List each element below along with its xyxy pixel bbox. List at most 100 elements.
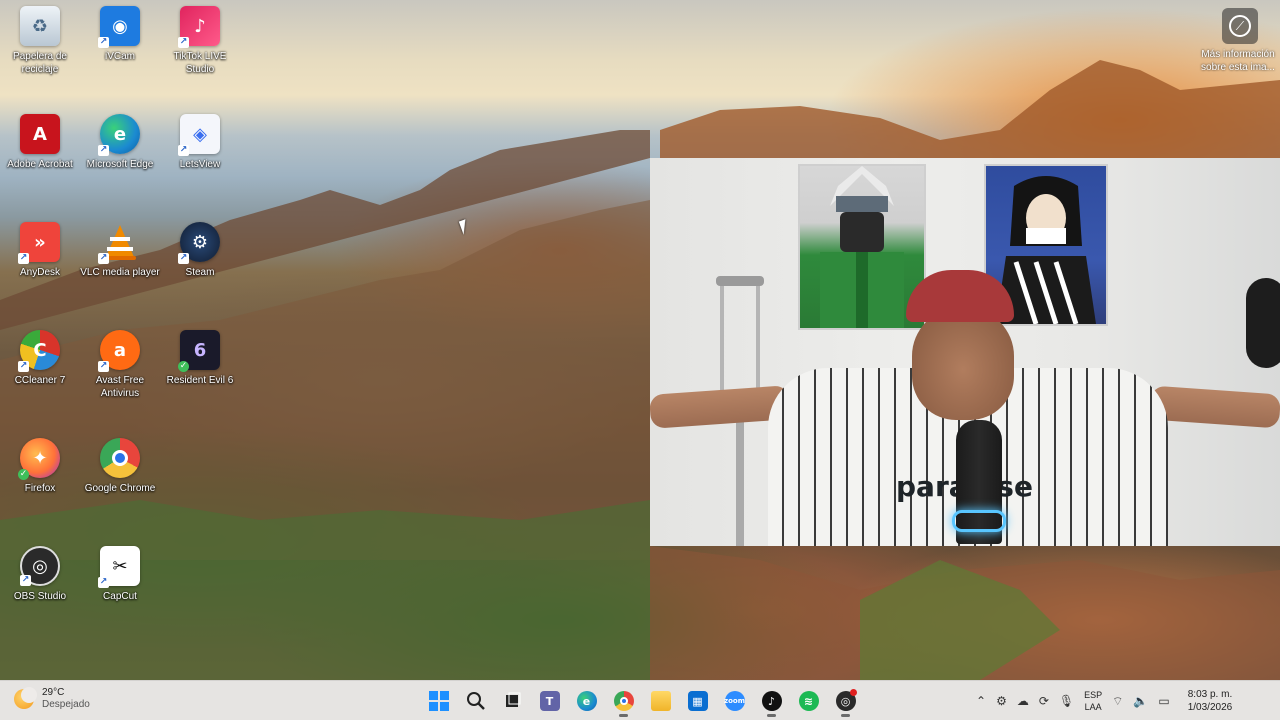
file-explorer-button[interactable] [644, 685, 677, 718]
desktop-icon-label: Steam [185, 267, 215, 278]
teams-button[interactable]: T [533, 685, 566, 718]
task-view-button[interactable] [496, 685, 529, 718]
desktop-icon-vlc[interactable]: ↗ VLC media player [80, 222, 160, 279]
tiktok-icon: ♪ [761, 691, 782, 711]
desktop-icon-label: OBS Studio [13, 591, 67, 602]
desktop-icon-label: Adobe Acrobat [7, 159, 73, 170]
desktop-icon-label: CCleaner 7 [14, 375, 66, 386]
microsoft-edge-icon: e ↗ [98, 114, 140, 156]
desktop-icon-ivcam[interactable]: ◉ ↗ iVCam [80, 6, 160, 63]
start-button[interactable] [422, 685, 455, 718]
language-region: LAA [1084, 702, 1102, 712]
language-indicator[interactable]: ESP LAA [1084, 689, 1102, 713]
vlc-icon: ↗ [98, 222, 140, 264]
desktop-icon-label: Google Chrome [84, 483, 156, 494]
desktop-icon-firefox[interactable]: ✦ ✓ Firefox [0, 438, 80, 495]
chrome-taskbar-button[interactable] [607, 685, 640, 718]
tiktok-live-icon: ♪ ↗ [178, 6, 220, 48]
wallpaper-info-button[interactable]: ⟋ [1222, 8, 1258, 44]
spotify-button[interactable]: ≋ [792, 685, 825, 718]
wifi-icon[interactable]: ⌔ [1112, 694, 1123, 709]
microphone-tray-icon[interactable]: 🎙 [1059, 694, 1074, 708]
zoom-icon: zoom [724, 691, 745, 711]
desktop-icon-resident-evil-6[interactable]: 6 ✓ Resident Evil 6 [160, 330, 240, 387]
desktop-icon-capcut[interactable]: ✂ ↗ CapCut [80, 546, 160, 603]
desktop-icon-label: VLC media player [80, 267, 160, 278]
clock[interactable]: 8:03 p. m. 1/03/2026 [1188, 688, 1233, 714]
desktop-icon-letsview[interactable]: ◈ ↗ LetsView [160, 114, 240, 171]
desktop-icon-label: iVCam [104, 51, 135, 62]
firefox-icon: ✦ ✓ [18, 438, 60, 480]
microsoft-store-icon: ▦ [687, 691, 708, 711]
teams-icon: T [539, 691, 560, 711]
anydesk-icon: » ↗ [18, 222, 60, 264]
windows-start-icon [428, 691, 449, 711]
desktop-icon-anydesk[interactable]: » ↗ AnyDesk [0, 222, 80, 279]
person-face [912, 308, 1014, 420]
language-code: ESP [1084, 690, 1103, 700]
camera-lens-icon: ⟋ [1229, 15, 1251, 37]
battery-icon[interactable]: ▭ [1158, 694, 1169, 708]
adobe-acrobat-icon: A [20, 114, 60, 154]
desktop-icon-label: AnyDesk [19, 267, 60, 278]
desktop-icon-label: Resident Evil 6 [166, 375, 234, 386]
desktop-icon-label: Firefox [24, 483, 56, 494]
system-tray: ⌃ ⚙ ☁ ⟳ 🎙 ESP LAA ⌔ 🔈 ▭ 8:03 p. m. 1/03/… [976, 681, 1232, 720]
letsview-icon: ◈ ↗ [178, 114, 220, 156]
cloud-tray-icon[interactable]: ☁ [1017, 694, 1029, 708]
recycle-bin-icon: ♻ [20, 6, 60, 46]
resident-evil-icon: 6 ✓ [178, 330, 220, 372]
desktop-icon-ccleaner[interactable]: C ↗ CCleaner 7 [0, 330, 80, 387]
desktop-icon-tiktok-live[interactable]: ♪ ↗ TikTok LIVE Studio [160, 6, 240, 76]
microphone-light [952, 510, 1006, 532]
weather-widget[interactable]: 29°C Despejado [14, 687, 90, 711]
search-button[interactable] [459, 685, 492, 718]
volume-icon[interactable]: 🔈 [1133, 694, 1148, 708]
desktop-icon-label: TikTok LIVE Studio [173, 51, 227, 75]
sync-tray-icon[interactable]: ⟳ [1039, 694, 1049, 708]
desktop-icon-label: Papelera de reciclaje [13, 51, 67, 75]
weather-moon-icon [14, 687, 37, 709]
settings-tray-icon[interactable]: ⚙ [996, 694, 1007, 708]
microsoft-edge-icon: e [576, 691, 597, 711]
ivcam-icon: ◉ ↗ [98, 6, 140, 48]
webcam-feed: paradise [650, 158, 1280, 546]
person-arm-right [1148, 385, 1280, 429]
obs-icon: ◎ ↗ [20, 546, 60, 586]
show-hidden-icons-chevron-icon[interactable]: ⌃ [976, 694, 986, 708]
desktop-icon-avast[interactable]: a ↗ Avast Free Antivirus [80, 330, 160, 400]
desktop-icon-microsoft-edge[interactable]: e ↗ Microsoft Edge [80, 114, 160, 171]
taskbar: 29°C Despejado T e ▦ zoom ♪ ≋ ◎ ⌃ ⚙ ☁ ⟳ … [0, 680, 1280, 720]
ccleaner-icon: C ↗ [18, 330, 60, 372]
steam-icon: ⚙ ↗ [178, 222, 220, 264]
avast-icon: a ↗ [98, 330, 140, 372]
tiktok-button[interactable]: ♪ [755, 685, 788, 718]
weather-condition: Despejado [42, 699, 90, 710]
headphones [1246, 278, 1280, 368]
desktop-icon-label: LetsView [179, 159, 221, 170]
desktop-icon-google-chrome[interactable]: Google Chrome [80, 438, 160, 495]
desktop-icon-label: Avast Free Antivirus [95, 375, 145, 399]
taskbar-apps: T e ▦ zoom ♪ ≋ ◎ [422, 681, 862, 720]
desktop-icon-obs-studio[interactable]: ◎ ↗ OBS Studio [0, 546, 80, 603]
clock-date: 1/03/2026 [1187, 702, 1233, 713]
capcut-icon: ✂ ↗ [98, 546, 140, 588]
recording-badge-icon [850, 688, 857, 696]
desktop-icon-recycle-bin[interactable]: ♻ Papelera de reciclaje [0, 6, 80, 76]
chrome-icon [100, 438, 140, 478]
zoom-button[interactable]: zoom [718, 685, 751, 718]
microsoft-store-button[interactable]: ▦ [681, 685, 714, 718]
task-view-icon [505, 692, 520, 707]
weather-temperature: 29°C [42, 687, 65, 698]
search-icon [466, 692, 485, 710]
desktop-icon-steam[interactable]: ⚙ ↗ Steam [160, 222, 240, 279]
desktop-icon-adobe-acrobat[interactable]: A Adobe Acrobat [0, 114, 80, 171]
clock-time: 8:03 p. m. [1187, 689, 1233, 700]
desktop-icon-label: CapCut [103, 591, 137, 602]
edge-taskbar-button[interactable]: e [570, 685, 603, 718]
chrome-icon [613, 691, 634, 711]
obs-taskbar-button[interactable]: ◎ [829, 685, 862, 718]
desktop-icon-label: Microsoft Edge [86, 159, 154, 170]
spotify-icon: ≋ [798, 691, 819, 711]
wallpaper-info-label[interactable]: Más información sobre esta ima... [1196, 48, 1280, 74]
